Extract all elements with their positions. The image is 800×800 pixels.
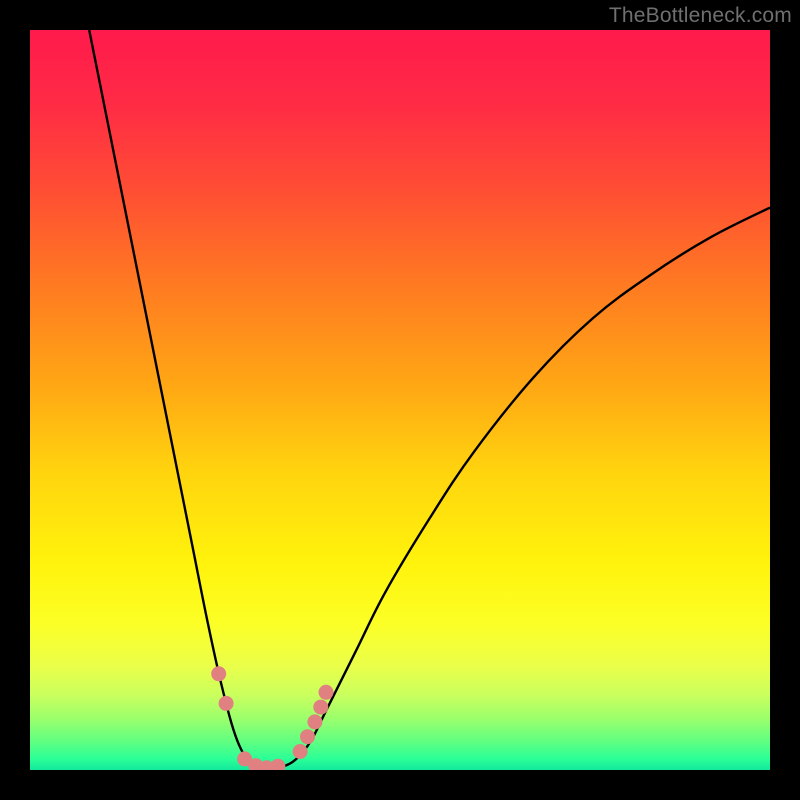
curve-marker <box>308 715 322 729</box>
curve-marker <box>271 759 285 770</box>
plot-area <box>30 30 770 770</box>
curve-marker <box>293 745 307 759</box>
curve-marker <box>219 696 233 710</box>
bottleneck-curve <box>89 30 770 769</box>
curve-marker <box>314 700 328 714</box>
curve-marker <box>319 685 333 699</box>
watermark-text: TheBottleneck.com <box>609 4 792 28</box>
bottleneck-curve-layer <box>30 30 770 770</box>
curve-marker <box>212 667 226 681</box>
curve-marker <box>301 730 315 744</box>
chart-frame: TheBottleneck.com <box>0 0 800 800</box>
